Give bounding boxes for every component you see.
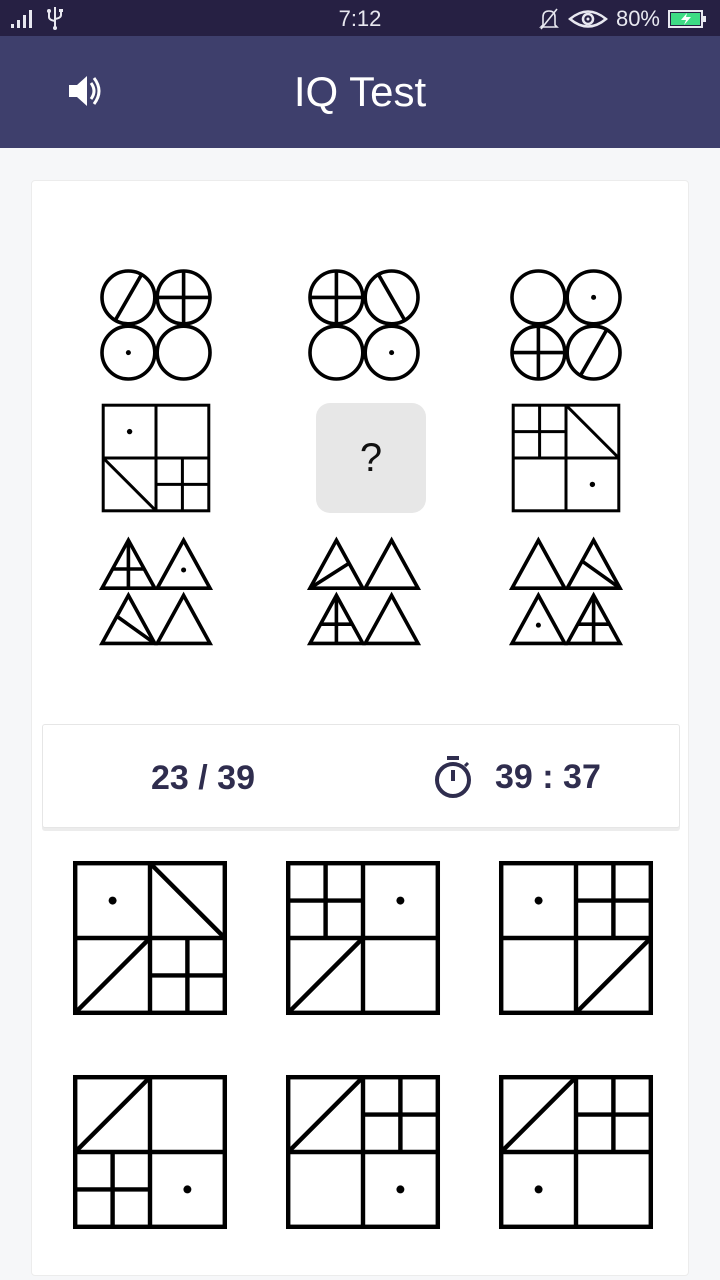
circle-cross bbox=[155, 269, 212, 326]
triangle-empty bbox=[154, 591, 214, 646]
quadrant-slash bbox=[574, 936, 653, 1015]
square-frame bbox=[101, 403, 211, 513]
circle-dot bbox=[363, 324, 420, 381]
quadrant-slash bbox=[286, 936, 365, 1015]
puzzle-figure bbox=[306, 536, 422, 646]
circle-cross bbox=[308, 269, 365, 326]
timer-value: 39 : 37 bbox=[495, 757, 601, 796]
circle-slash bbox=[100, 269, 157, 326]
battery-charging-icon bbox=[668, 10, 706, 28]
quadrant-dot bbox=[183, 1185, 192, 1194]
eye-icon bbox=[567, 10, 608, 28]
puzzle-figure bbox=[98, 536, 214, 646]
quadrant-dot bbox=[108, 896, 117, 905]
quadrant-dot bbox=[534, 1185, 543, 1194]
answer-option-2[interactable] bbox=[278, 853, 448, 1023]
answer-option-1[interactable] bbox=[65, 853, 235, 1023]
circle-empty bbox=[308, 324, 365, 381]
app-title: IQ Test bbox=[293, 68, 427, 115]
app-bar: IQ Test bbox=[0, 36, 720, 148]
triangle-dot bbox=[508, 591, 568, 646]
puzzle-figure bbox=[101, 403, 211, 513]
quadrant-backslash bbox=[148, 861, 227, 940]
quadrant-slash bbox=[499, 1075, 578, 1154]
square-frame bbox=[498, 1074, 654, 1230]
triangle-cross bbox=[564, 591, 624, 646]
question-card: ? 23 / 39 39 : 37 bbox=[31, 180, 689, 1276]
square-frame bbox=[511, 403, 621, 513]
circle-cross bbox=[510, 324, 567, 381]
triangle-empty bbox=[362, 536, 422, 590]
puzzle-figure bbox=[308, 269, 420, 381]
quadrant-dot bbox=[396, 896, 405, 905]
triangle-cross bbox=[98, 536, 158, 590]
triangle-dot bbox=[154, 536, 214, 590]
circle-empty bbox=[155, 324, 212, 381]
quadrant-cross bbox=[576, 863, 651, 938]
quadrant-cross bbox=[288, 863, 363, 938]
quadrant-cross bbox=[363, 1077, 438, 1152]
square-frame bbox=[285, 1074, 441, 1230]
quadrant-cross bbox=[150, 938, 225, 1013]
answer-option-3[interactable] bbox=[491, 853, 661, 1023]
info-bar: 23 / 39 39 : 37 bbox=[42, 724, 680, 828]
quadrant-slash bbox=[73, 936, 152, 1015]
quadrant-dot bbox=[126, 428, 133, 435]
battery-percent: 80% bbox=[615, 6, 660, 31]
timer: 39 : 37 bbox=[433, 755, 601, 799]
triangle-line bbox=[564, 536, 624, 590]
quadrant-cross bbox=[156, 458, 209, 511]
triangle-empty bbox=[508, 536, 568, 590]
triangle-cross bbox=[306, 591, 366, 646]
puzzle-figure bbox=[100, 269, 212, 381]
answer-option-6[interactable] bbox=[491, 1067, 661, 1237]
quadrant-backslash bbox=[564, 404, 620, 460]
puzzle-figure bbox=[511, 403, 621, 513]
circle-dot bbox=[100, 324, 157, 381]
quadrant-cross bbox=[576, 1077, 651, 1152]
bell-muted-icon bbox=[539, 8, 559, 30]
quadrant-dot bbox=[534, 896, 543, 905]
circle-dot bbox=[565, 269, 622, 326]
answer-option-5[interactable] bbox=[278, 1067, 448, 1237]
quadrant-cross bbox=[513, 405, 566, 458]
triangle-line bbox=[98, 591, 158, 646]
stopwatch-icon bbox=[435, 756, 471, 798]
quadrant-backslash bbox=[102, 456, 158, 512]
quadrant-slash bbox=[73, 1075, 152, 1154]
square-frame bbox=[72, 1074, 228, 1230]
status-bar: 7:12 80% bbox=[0, 0, 720, 36]
quadrant-cross bbox=[75, 1152, 150, 1227]
quadrant-slash bbox=[286, 1075, 365, 1154]
puzzle-figure bbox=[508, 536, 624, 646]
circle-slash bbox=[565, 324, 622, 381]
missing-figure-placeholder: ? bbox=[316, 403, 426, 513]
circle-empty bbox=[510, 269, 567, 326]
circle-backslash bbox=[363, 269, 420, 326]
square-frame bbox=[498, 860, 654, 1016]
quadrant-dot bbox=[589, 481, 596, 488]
quadrant-dot bbox=[396, 1185, 405, 1194]
question-progress: 23 / 39 bbox=[151, 759, 255, 797]
puzzle-figure bbox=[510, 269, 622, 381]
triangle-line bbox=[306, 536, 366, 590]
triangle-empty bbox=[362, 591, 422, 646]
answer-option-4[interactable] bbox=[65, 1067, 235, 1237]
